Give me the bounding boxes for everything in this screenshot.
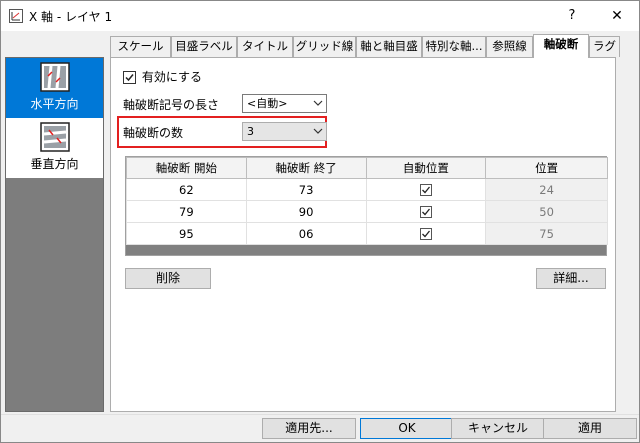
cancel-button[interactable]: キャンセル <box>451 418 545 439</box>
xaxis-app-icon <box>9 9 23 23</box>
direction-label: 水平方向 <box>30 97 79 111</box>
table-row: 95 06 75 <box>126 222 608 245</box>
break-table: 軸破断 開始 軸破断 終了 自動位置 位置 62 73 24 79 90 50 … <box>125 156 608 256</box>
tab-scale[interactable]: スケール <box>110 36 171 57</box>
tab-special-axis[interactable]: 特別な軸... <box>422 36 486 57</box>
num-breaks-value: 3 <box>247 125 254 138</box>
vertical-break-icon <box>39 122 70 152</box>
chevron-down-icon <box>313 128 323 134</box>
tab-tick-labels[interactable]: 目盛ラベル <box>171 36 237 57</box>
position-cell: 24 <box>485 178 608 201</box>
column-header-start: 軸破断 開始 <box>126 157 247 179</box>
num-breaks-select[interactable]: 3 <box>242 122 327 141</box>
break-start-cell[interactable]: 79 <box>126 200 247 223</box>
table-row: 62 73 24 <box>126 178 608 201</box>
break-end-cell[interactable]: 90 <box>245 200 367 223</box>
break-start-cell[interactable]: 95 <box>126 222 247 245</box>
direction-panel: 水平方向 垂直方向 <box>5 57 104 412</box>
apply-to-button[interactable]: 適用先... <box>262 418 356 439</box>
tab-title[interactable]: タイトル <box>237 36 293 57</box>
horizontal-break-icon <box>39 62 70 92</box>
tab-axis-break[interactable]: 軸破断 <box>533 34 589 58</box>
auto-position-checkbox[interactable] <box>419 206 432 218</box>
check-icon <box>421 186 430 194</box>
column-header-end: 軸破断 終了 <box>245 157 367 179</box>
direction-item-horizontal[interactable]: 水平方向 <box>6 58 103 118</box>
auto-position-cell <box>365 178 487 201</box>
position-cell: 50 <box>485 200 608 223</box>
details-button[interactable]: 詳細... <box>536 268 606 289</box>
check-icon <box>421 208 430 216</box>
break-end-cell[interactable]: 73 <box>245 178 367 201</box>
break-symbol-length-value: <自動> <box>247 97 288 110</box>
direction-label: 垂直方向 <box>30 157 79 171</box>
check-icon <box>125 74 134 82</box>
break-symbol-length-select[interactable]: <自動> <box>242 94 327 113</box>
break-symbol-length-label: 軸破断記号の長さ <box>123 98 220 112</box>
tab-reference-lines[interactable]: 参照線 <box>486 36 533 57</box>
auto-position-cell <box>365 222 487 245</box>
axis-break-tab-content: 有効にする 軸破断記号の長さ <自動> 軸破断の数 3 軸破断 開始 軸破断 終… <box>110 57 616 412</box>
num-breaks-label: 軸破断の数 <box>123 126 184 140</box>
column-header-position: 位置 <box>485 157 608 179</box>
tab-axis-ticks[interactable]: 軸と軸目盛 <box>356 36 422 57</box>
auto-position-checkbox[interactable] <box>419 228 432 240</box>
break-end-cell[interactable]: 06 <box>245 222 367 245</box>
check-icon <box>421 230 430 238</box>
title-bar: X 軸 - レイヤ 1 ? ✕ <box>1 1 639 31</box>
break-start-cell[interactable]: 62 <box>126 178 247 201</box>
chevron-down-icon <box>313 100 323 106</box>
apply-button[interactable]: 適用 <box>543 418 637 439</box>
auto-position-checkbox[interactable] <box>419 184 432 196</box>
position-cell: 75 <box>485 222 608 245</box>
divider <box>1 414 639 415</box>
help-button[interactable]: ? <box>549 1 595 31</box>
table-row: 79 90 50 <box>126 200 608 223</box>
delete-button[interactable]: 削除 <box>125 268 211 289</box>
enable-row: 有効にする <box>123 68 202 85</box>
column-header-auto-position: 自動位置 <box>365 157 487 179</box>
window-title: X 軸 - レイヤ 1 <box>29 10 113 24</box>
enable-label: 有効にする <box>141 70 202 84</box>
ok-button[interactable]: OK <box>360 418 454 439</box>
direction-item-vertical[interactable]: 垂直方向 <box>6 118 103 178</box>
enable-checkbox[interactable] <box>123 71 136 84</box>
tab-grid-lines[interactable]: グリッド線 <box>293 36 356 57</box>
close-button[interactable]: ✕ <box>595 1 639 31</box>
tab-rug[interactable]: ラグ <box>589 36 620 57</box>
dialog-window: X 軸 - レイヤ 1 ? ✕ 水平方向 垂直方向 スケール 目盛ラベル タイト… <box>0 0 640 443</box>
auto-position-cell <box>365 200 487 223</box>
